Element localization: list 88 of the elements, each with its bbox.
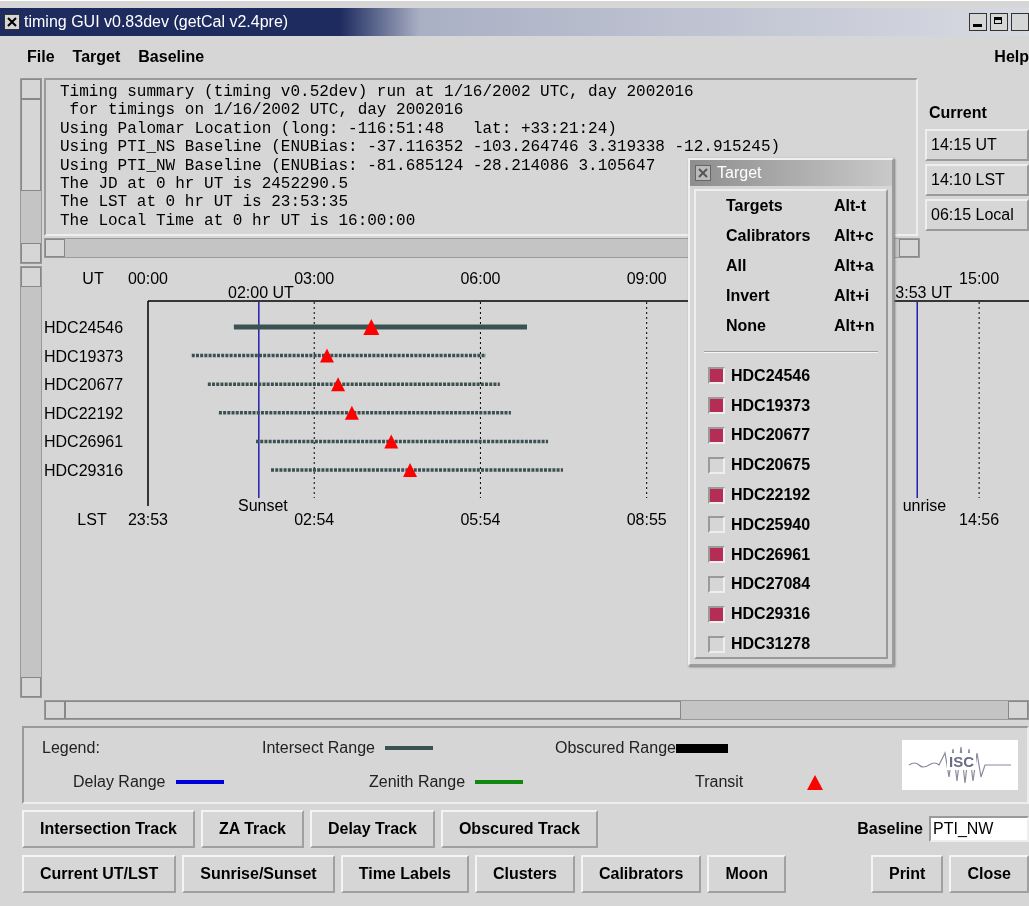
transit-marker (344, 405, 359, 420)
minimize-icon[interactable] (969, 13, 987, 31)
legend-label: Obscured Range (555, 739, 676, 757)
tick-label: 06:00 (460, 270, 501, 287)
row-label: HDC24546 (44, 319, 124, 336)
menu-item[interactable]: All Alt+a (696, 251, 886, 281)
summary-line: Using PTI_NS Baseline (ENUBias: -37.116352 -103.264746 3.319338 -12.915245) (60, 138, 781, 157)
target-checkbox-item[interactable]: HDC29316 (696, 599, 886, 630)
tick-label: 14:56 (959, 511, 1000, 528)
row-label: HDC20677 (44, 376, 124, 394)
option-button[interactable]: Sunrise/Sunset (182, 855, 335, 893)
marker-label: Sunset (238, 497, 288, 514)
tick-label: 23:53 (128, 511, 168, 528)
transit-marker (384, 434, 399, 449)
vertical-scrollbar[interactable] (20, 78, 42, 264)
target-checkbox-item[interactable]: HDC26961 (696, 539, 886, 570)
time-readout: 06:15 Local (925, 199, 1029, 231)
tick-label: 02:54 (294, 511, 335, 528)
horizontal-scrollbar[interactable] (44, 700, 1029, 720)
track-button[interactable]: Intersection Track (22, 810, 195, 848)
summary-line: The Local Time at 0 hr UT is 16:00:00 (60, 211, 416, 231)
menu-item[interactable]: Calibrators Alt+c (696, 221, 886, 251)
target-checkbox-item[interactable]: HDC25940 (696, 510, 886, 540)
maximize-icon[interactable] (990, 13, 1008, 31)
option-button[interactable]: Calibrators (580, 855, 702, 893)
legend-label: Zenith Range (369, 773, 466, 791)
tick-label: 15:00 (959, 270, 1000, 287)
option-button[interactable]: Clusters (474, 855, 575, 893)
current-label: Current (928, 104, 988, 123)
tick-label: 00:00 (128, 270, 168, 287)
target-checkbox-item[interactable]: HDC27084 (696, 569, 886, 600)
summary-line: The JD at 0 hr UT is 2452290.5 (60, 175, 349, 194)
target-checkbox-item[interactable]: HDC19373 (696, 390, 886, 421)
legend-label: Delay Range (73, 773, 166, 791)
target-checkbox-item[interactable]: HDC31278 (696, 629, 886, 659)
close-icon[interactable] (4, 14, 20, 30)
row-label: HDC22192 (44, 404, 124, 422)
menu-item[interactable]: Targets Alt-t (696, 191, 886, 221)
target-checkbox-item[interactable]: HDC20677 (696, 420, 886, 451)
axis-label: UT (82, 270, 104, 287)
track-button[interactable]: Delay Track (309, 810, 435, 848)
menu-item[interactable]: Baseline (138, 48, 205, 66)
target-checkbox-item[interactable]: HDC22192 (696, 480, 886, 510)
window-title: timing GUI v0.83dev (getCal v2.4pre) (24, 13, 289, 31)
tick-label: 03:00 (294, 270, 335, 287)
field-label: Baseline (857, 820, 923, 838)
menu-item[interactable]: Target (72, 48, 121, 66)
transit-marker (331, 377, 346, 392)
target-checkbox-item[interactable]: HDC24546 (696, 361, 886, 391)
menu-item[interactable]: Help (994, 48, 1029, 66)
action-button[interactable]: Print (870, 855, 944, 893)
axis-label: LST (77, 511, 107, 528)
marker-label: 3:53 UT (895, 284, 953, 301)
option-button[interactable]: Time Labels (340, 855, 469, 893)
marker-label: unrise (902, 497, 947, 514)
time-readout: 14:10 LST (925, 164, 1029, 196)
menu-item[interactable]: Invert Alt+i (696, 281, 886, 311)
popup-title: Target (717, 164, 762, 182)
target-checkbox-item[interactable]: HDC20675 (696, 450, 886, 481)
baseline-field[interactable]: PTI_NW (929, 816, 1029, 842)
track-button[interactable]: Obscured Track (440, 810, 598, 848)
menu-item[interactable]: None Alt+n (696, 311, 886, 341)
logo-text: ISC (947, 753, 976, 770)
summary-line: Timing summary (timing v0.52dev) run at 1/16/2002 UTC, day 2002016 (60, 83, 694, 102)
tick-label: 09:00 (626, 270, 667, 287)
summary-line: The LST at 0 hr UT is 23:53:35 (60, 193, 349, 212)
option-button[interactable]: Current UT/LST (22, 855, 177, 893)
action-button[interactable]: Close (949, 855, 1029, 893)
row-label: HDC26961 (44, 433, 124, 451)
transit-marker (319, 348, 334, 363)
row-label: HDC19373 (44, 347, 124, 365)
time-readout: 14:15 UT (925, 129, 1029, 161)
tick-label: 08:55 (626, 511, 667, 528)
legend-label: Intersect Range (262, 739, 375, 757)
tick-label: 05:54 (460, 511, 501, 528)
summary-line: Using Palomar Location (long: -116:51:48 lat: +33:21:24) (60, 119, 617, 139)
legend-title: Legend: (42, 739, 101, 757)
summary-line: for timings on 1/16/2002 UTC, day 2002016 (68, 101, 464, 120)
menu-item[interactable]: File (27, 48, 55, 66)
vertical-scrollbar[interactable] (20, 266, 42, 698)
summary-line: Using PTI_NW Baseline (ENUBias: -81.685124 -28.214086 3.105647 (60, 156, 656, 176)
track-button[interactable]: ZA Track (200, 810, 304, 848)
transit-marker (403, 463, 418, 477)
row-label: HDC29316 (44, 462, 124, 479)
marker-label: 02:00 UT (228, 284, 294, 301)
transit-marker (363, 319, 380, 335)
option-button[interactable]: Moon (707, 855, 787, 893)
legend-label: Transit (695, 773, 744, 791)
